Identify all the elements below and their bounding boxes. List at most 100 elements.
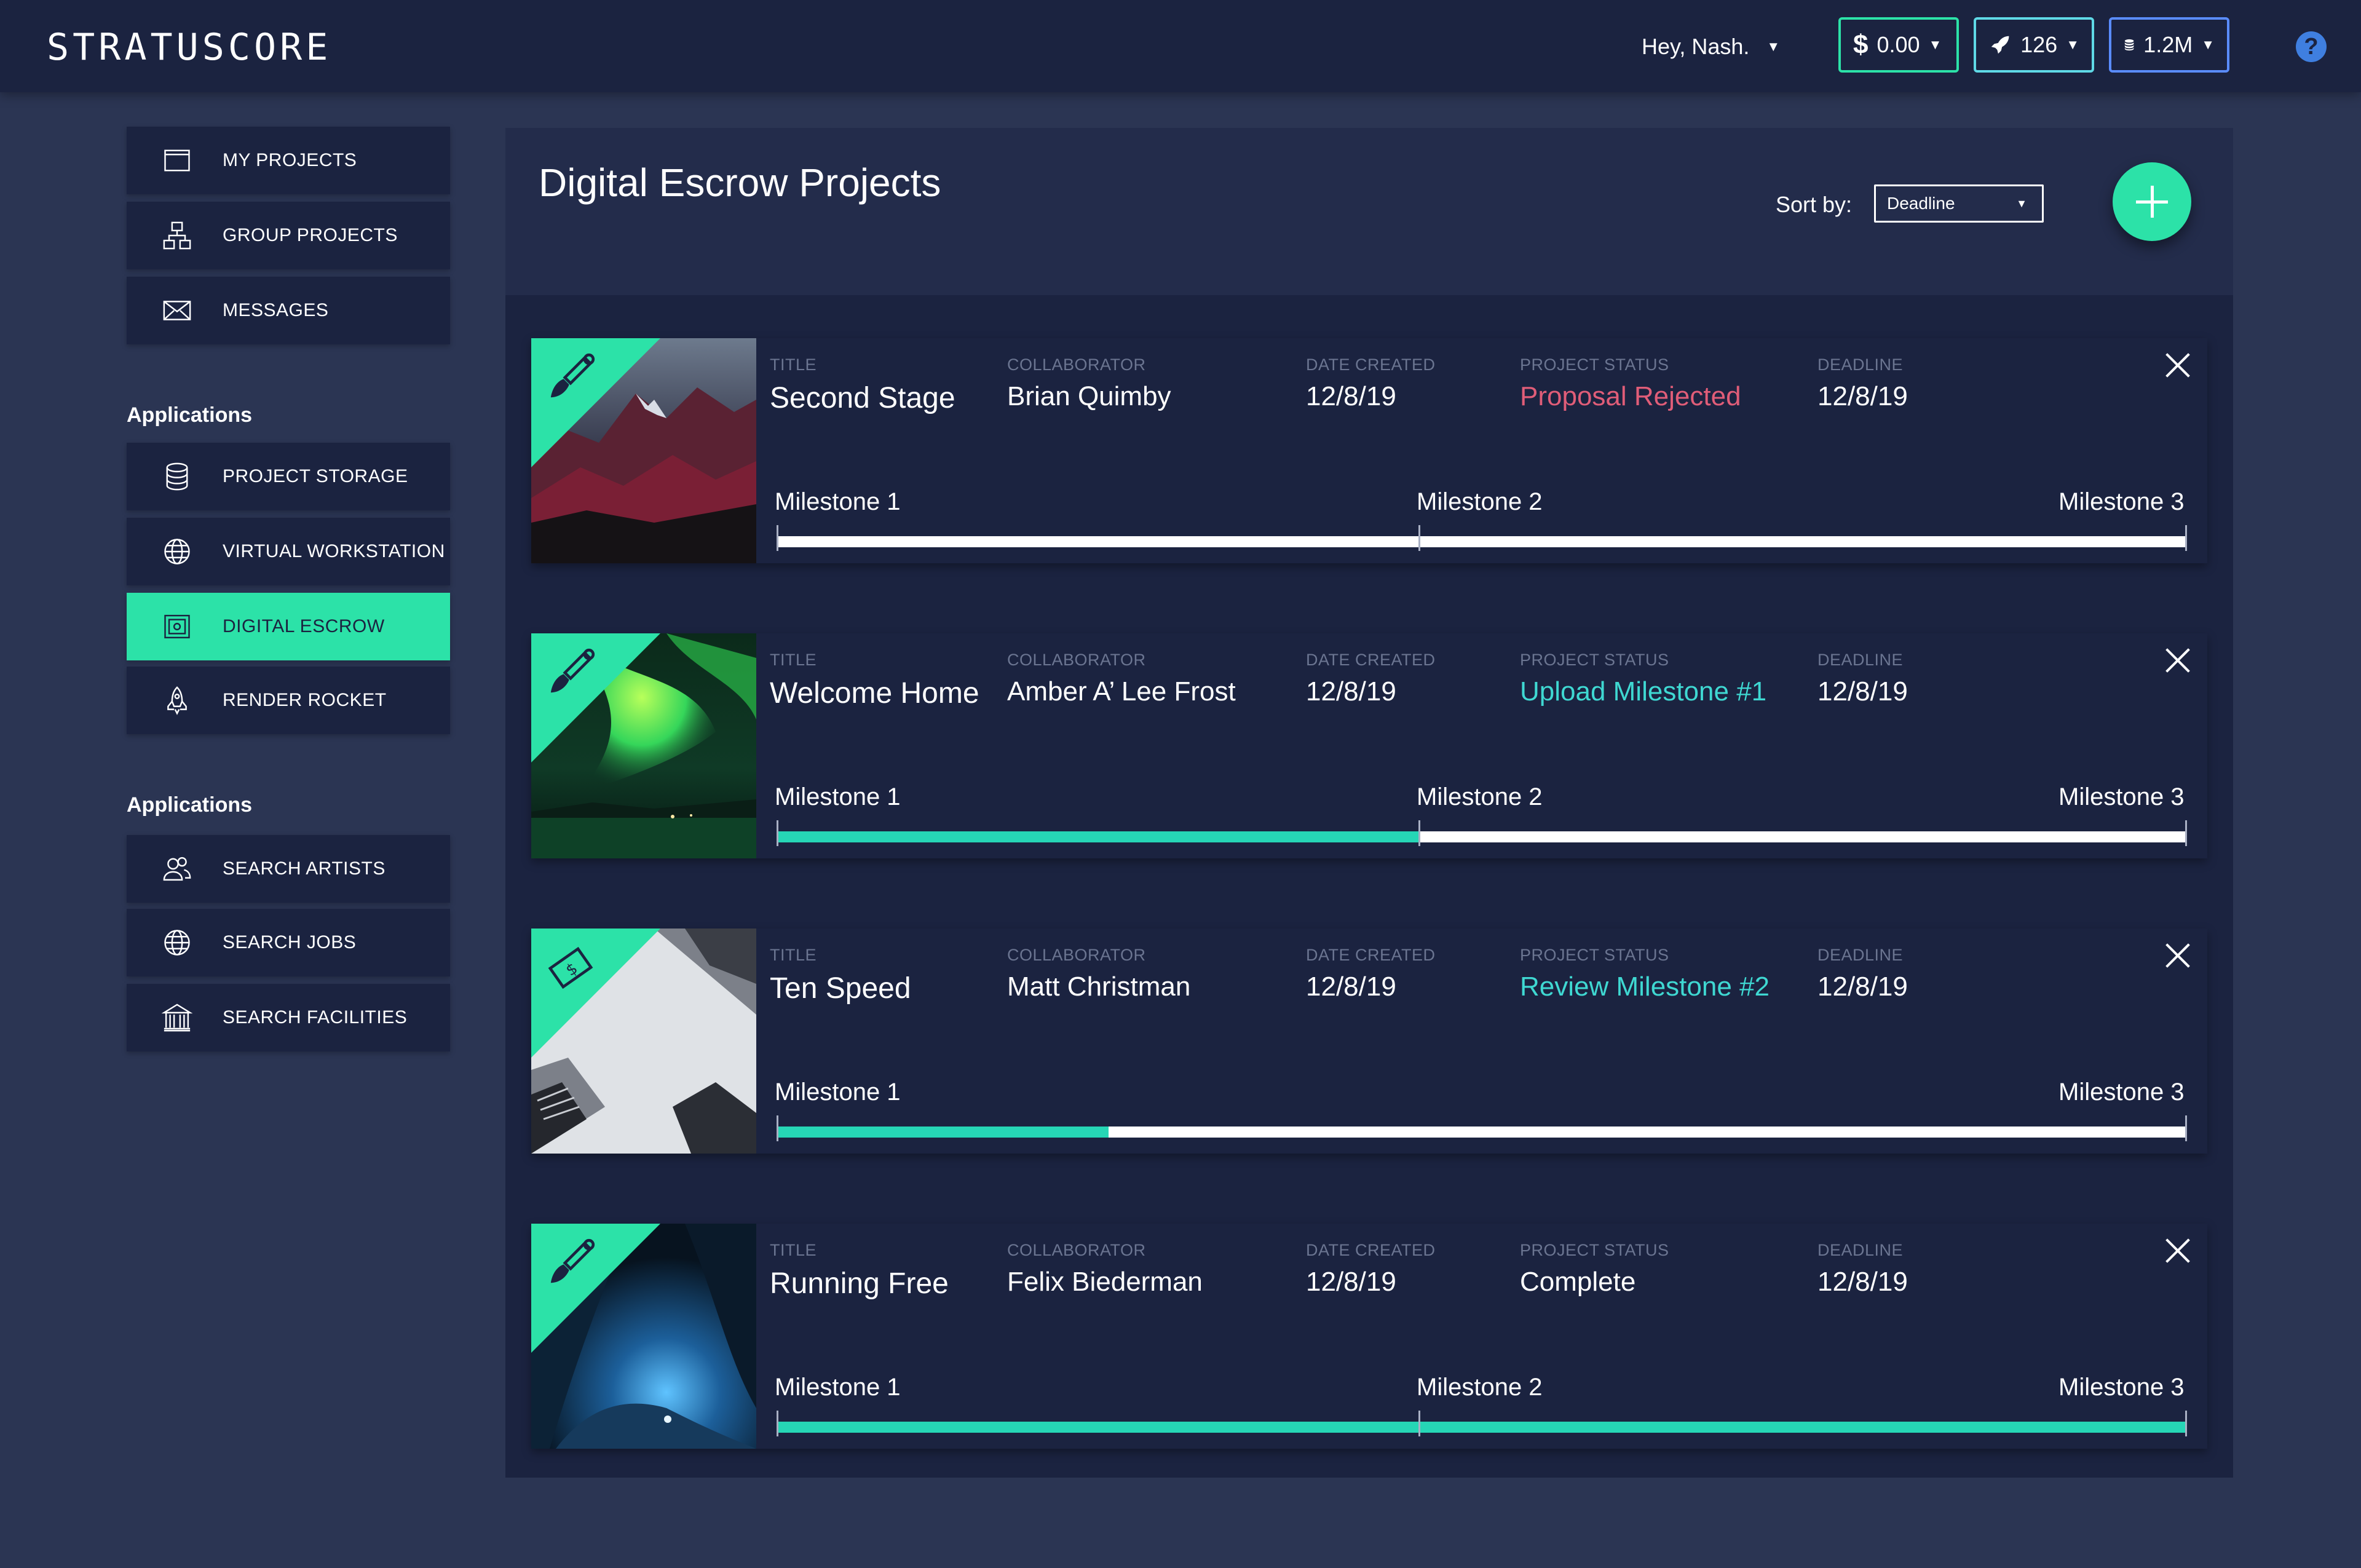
sidebar-item-search-facilities[interactable]: SEARCH FACILITIES: [127, 984, 450, 1051]
project-collaborator: Matt Christman: [1007, 972, 1191, 1002]
col-label-title: TITLE: [770, 946, 817, 964]
safe-icon: [159, 608, 196, 645]
project-card: $ TITLE Ten Speed COLLABORATOR Matt Chri…: [531, 929, 2207, 1154]
balance-dropdown[interactable]: $ 0.00 ▼: [1838, 17, 1959, 73]
col-label-title: TITLE: [770, 1241, 817, 1259]
project-title[interactable]: Second Stage: [770, 381, 955, 415]
paintbrush-icon: [550, 648, 595, 693]
storage-dropdown[interactable]: 1.2M ▼: [2109, 17, 2229, 73]
sidebar-item-search-artists[interactable]: SEARCH ARTISTS: [127, 835, 450, 903]
milestone-tick: [2185, 1115, 2187, 1141]
project-status[interactable]: Upload Milestone #1: [1520, 676, 1766, 707]
milestone-label: Milestone 1: [775, 783, 901, 810]
project-thumbnail: [531, 338, 756, 563]
project-status: Complete: [1520, 1267, 1636, 1297]
sidebar-item-label: DIGITAL ESCROW: [223, 616, 385, 636]
col-label-collaborator: COLLABORATOR: [1007, 946, 1146, 964]
folder-icon: [159, 142, 196, 179]
milestone-label: Milestone 2: [1417, 783, 1543, 810]
sort-dropdown[interactable]: Deadline ▼: [1874, 184, 2044, 223]
sidebar-item-search-jobs[interactable]: SEARCH JOBS: [127, 909, 450, 976]
col-label-collaborator: COLLABORATOR: [1007, 1241, 1146, 1259]
dollar-icon: $: [1853, 30, 1869, 60]
rocket-icon: [1991, 36, 2009, 54]
sidebar-item-project-storage[interactable]: PROJECT STORAGE: [127, 443, 450, 510]
sidebar-item-label: GROUP PROJECTS: [223, 225, 398, 245]
close-icon[interactable]: [2164, 352, 2191, 379]
milestone-label: Milestone 2: [1417, 488, 1543, 515]
sidebar-item-render-rocket[interactable]: RENDER ROCKET: [127, 667, 450, 734]
close-icon[interactable]: [2164, 1237, 2191, 1264]
progress-fill: [777, 1127, 1109, 1138]
project-date-created: 12/8/19: [1306, 676, 1396, 707]
sidebar-item-digital-escrow[interactable]: DIGITAL ESCROW: [127, 593, 450, 660]
dollar-bill-icon: $: [548, 946, 593, 989]
project-status[interactable]: Review Milestone #2: [1520, 972, 1770, 1002]
milestone-label: Milestone 3: [2058, 783, 2185, 810]
chevron-down-icon: ▼: [1928, 37, 1942, 52]
col-label-date-created: DATE CREATED: [1306, 651, 1436, 669]
user-menu[interactable]: Hey, Nash. ▼: [1642, 32, 1780, 61]
sidebar-item-label: MY PROJECTS: [223, 150, 357, 170]
chevron-down-icon: ▼: [2016, 197, 2027, 210]
milestone-label: Milestone 1: [775, 1079, 901, 1106]
envelope-icon: [159, 292, 196, 329]
project-card: TITLE Welcome Home COLLABORATOR Amber A’…: [531, 633, 2207, 858]
sidebar-heading-applications: Applications: [127, 793, 253, 817]
chevron-down-icon: ▼: [2066, 37, 2079, 52]
milestone-progress-bar: [777, 1422, 2186, 1433]
col-label-status: PROJECT STATUS: [1520, 1241, 1669, 1259]
project-deadline: 12/8/19: [1817, 972, 1908, 1002]
col-label-deadline: DEADLINE: [1817, 355, 1904, 374]
sidebar-item-label: MESSAGES: [223, 300, 329, 320]
milestone-label: Milestone 3: [2058, 1079, 2185, 1106]
project-date-created: 12/8/19: [1306, 381, 1396, 411]
project-title[interactable]: Ten Speed: [770, 972, 911, 1005]
sidebar-item-label: RENDER ROCKET: [223, 690, 387, 710]
project-title[interactable]: Running Free: [770, 1267, 949, 1301]
sidebar-item-label: VIRTUAL WORKSTATION: [223, 541, 445, 561]
col-label-deadline: DEADLINE: [1817, 1241, 1904, 1259]
project-title[interactable]: Welcome Home: [770, 676, 979, 710]
progress-fill: [777, 831, 1420, 842]
col-label-collaborator: COLLABORATOR: [1007, 651, 1146, 669]
stratuscore-logo[interactable]: STRATUSCORE: [47, 28, 331, 66]
sidebar-item-label: SEARCH FACILITIES: [223, 1007, 408, 1028]
sidebar-item-virtual-workstation[interactable]: VIRTUAL WORKSTATION: [127, 518, 450, 585]
progress-fill: [777, 1422, 2186, 1433]
page-title: Digital Escrow Projects: [539, 160, 941, 205]
building-icon: [159, 999, 196, 1036]
col-label-status: PROJECT STATUS: [1520, 651, 1669, 669]
main-header: Digital Escrow Projects Sort by: Deadlin…: [505, 128, 2233, 295]
balance-value: 0.00: [1877, 32, 1920, 57]
milestone-tick: [2185, 1411, 2187, 1436]
col-label-date-created: DATE CREATED: [1306, 946, 1436, 964]
project-card: TITLE Running Free COLLABORATOR Felix Bi…: [531, 1224, 2207, 1449]
sidebar-item-my-projects[interactable]: MY PROJECTS: [127, 127, 450, 194]
paintbrush-icon: [550, 1238, 595, 1283]
milestone-tick: [1418, 1411, 1420, 1436]
add-project-button[interactable]: [2113, 162, 2191, 241]
project-thumbnail: $: [531, 929, 756, 1154]
col-label-deadline: DEADLINE: [1817, 946, 1904, 964]
top-bar: STRATUSCORE Hey, Nash. ▼ $ 0.00 ▼ 126 ▼ …: [0, 0, 2361, 92]
rocket-icon: [159, 682, 196, 719]
sort-value: Deadline: [1887, 194, 1955, 213]
milestone-progress-bar: [777, 831, 2186, 842]
col-label-date-created: DATE CREATED: [1306, 355, 1436, 374]
milestone-tick: [1418, 525, 1420, 551]
sidebar-item-label: PROJECT STORAGE: [223, 466, 408, 486]
milestone-tick: [777, 1115, 778, 1141]
sidebar-item-messages[interactable]: MESSAGES: [127, 277, 450, 344]
help-icon[interactable]: ?: [2296, 31, 2327, 62]
milestone-progress-bar: [777, 536, 2186, 547]
milestone-progress-bar: [777, 1127, 2186, 1138]
globe-icon: [159, 533, 196, 570]
project-status: Proposal Rejected: [1520, 381, 1741, 411]
close-icon[interactable]: [2164, 942, 2191, 969]
project-card: TITLE Second Stage COLLABORATOR Brian Qu…: [531, 338, 2207, 563]
rockets-dropdown[interactable]: 126 ▼: [1974, 17, 2094, 73]
sidebar-item-group-projects[interactable]: GROUP PROJECTS: [127, 202, 450, 269]
project-collaborator: Amber A’ Lee Frost: [1007, 676, 1236, 707]
close-icon[interactable]: [2164, 647, 2191, 674]
